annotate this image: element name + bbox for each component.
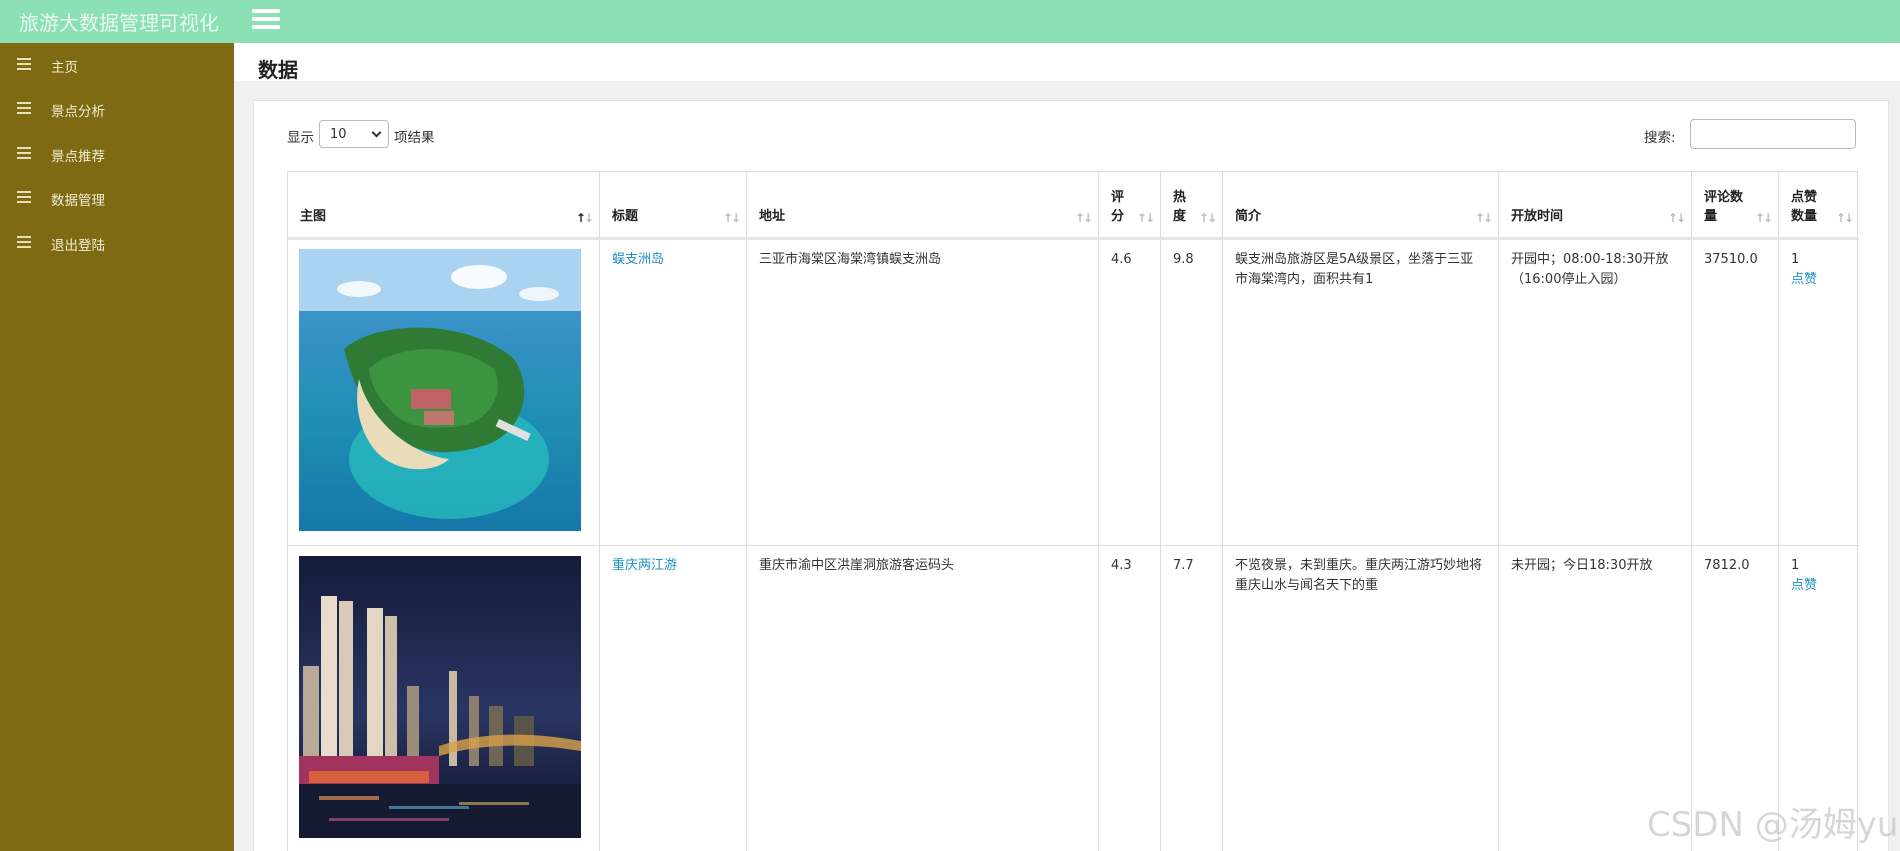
sort-icon: ↑↓ xyxy=(722,211,741,225)
data-table-card: 显示 10 项结果 搜索: 主图 ↑↓ 标题 ↑↓ 地址 ↑↓ 评分 ↑↓ 热度… xyxy=(253,100,1889,851)
sidebar-item-label: 主页 xyxy=(51,60,78,76)
table-cell-score: 4.6 xyxy=(1099,240,1161,546)
page-length-value: 10 xyxy=(330,127,347,142)
sort-icon: ↑↓ xyxy=(575,211,594,225)
attraction-title-link[interactable]: 重庆两江游 xyxy=(612,558,677,573)
sort-icon: ↑↓ xyxy=(1835,211,1854,225)
chevron-down-icon xyxy=(371,127,382,138)
like-count: 1 xyxy=(1791,558,1800,573)
watermark: CSDN @汤姆yu xyxy=(1647,805,1899,845)
sort-icon: ↑↓ xyxy=(1667,211,1686,225)
column-header-likes[interactable]: 点赞数量 ↑↓ xyxy=(1779,172,1859,240)
column-header-comments[interactable]: 评论数量 ↑↓ xyxy=(1692,172,1779,240)
menu-icon xyxy=(17,236,31,248)
sidebar: 主页 景点分析 景点推荐 数据管理 退出登陆 xyxy=(0,43,234,851)
sidebar-item-data-management[interactable]: 数据管理 xyxy=(0,176,234,220)
table-cell-title: 蜈支洲岛 xyxy=(600,240,747,546)
page-length-select[interactable]: 10 xyxy=(319,120,389,148)
table-cell-intro: 不览夜景，未到重庆。重庆两江游巧妙地将重庆山水与闻名天下的重 xyxy=(1223,546,1499,851)
column-header-open-time[interactable]: 开放时间 ↑↓ xyxy=(1499,172,1692,240)
table-cell-heat: 9.8 xyxy=(1161,240,1223,546)
length-suffix-label: 项结果 xyxy=(394,130,435,146)
menu-icon xyxy=(17,147,31,159)
page-header: 数据 xyxy=(234,43,1900,82)
table-cell-open-time: 开园中；08:00-18:30开放（16:00停止入园） xyxy=(1499,240,1692,546)
table-cell-title: 重庆两江游 xyxy=(600,546,747,851)
sidebar-item-label: 退出登陆 xyxy=(51,238,105,254)
sort-icon: ↑↓ xyxy=(1074,211,1093,225)
table-cell-likes: 1 点赞 xyxy=(1779,240,1859,546)
sort-icon: ↑↓ xyxy=(1198,211,1217,225)
column-header-score[interactable]: 评分 ↑↓ xyxy=(1099,172,1161,240)
table-cell-address: 重庆市渝中区洪崖洞旅游客运码头 xyxy=(747,546,1099,851)
data-table: 主图 ↑↓ 标题 ↑↓ 地址 ↑↓ 评分 ↑↓ 热度 ↑↓ 简介 ↑↓ 开放时间… xyxy=(287,171,1859,851)
column-header-intro[interactable]: 简介 ↑↓ xyxy=(1223,172,1499,240)
sort-icon: ↑↓ xyxy=(1136,211,1155,225)
app-title: 旅游大数据管理可视化 xyxy=(19,11,219,35)
table-cell-address: 三亚市海棠区海棠湾镇蜈支洲岛 xyxy=(747,240,1099,546)
sort-icon: ↑↓ xyxy=(1474,211,1493,225)
sidebar-item-label: 数据管理 xyxy=(51,193,105,209)
menu-icon xyxy=(17,58,31,70)
sidebar-item-label: 景点推荐 xyxy=(51,149,105,165)
hamburger-menu-icon[interactable] xyxy=(252,9,280,31)
like-count: 1 xyxy=(1791,252,1800,267)
table-cell-comments: 37510.0 xyxy=(1692,240,1779,546)
sidebar-item-attraction-analysis[interactable]: 景点分析 xyxy=(0,87,234,131)
table-cell-intro: 蜈支洲岛旅游区是5A级景区，坐落于三亚市海棠湾内，面积共有1 xyxy=(1223,240,1499,546)
sort-icon: ↑↓ xyxy=(1754,211,1773,225)
like-button[interactable]: 点赞 xyxy=(1791,270,1847,290)
sidebar-item-logout[interactable]: 退出登陆 xyxy=(0,221,234,265)
column-header-title[interactable]: 标题 ↑↓ xyxy=(600,172,747,240)
sidebar-item-home[interactable]: 主页 xyxy=(0,43,234,87)
search-label: 搜索: xyxy=(1644,130,1676,146)
table-cell-image xyxy=(288,240,600,546)
column-header-address[interactable]: 地址 ↑↓ xyxy=(747,172,1099,240)
attraction-image[interactable] xyxy=(299,249,581,531)
attraction-title-link[interactable]: 蜈支洲岛 xyxy=(612,252,664,267)
menu-icon xyxy=(17,102,31,114)
menu-icon xyxy=(17,191,31,203)
table-cell-score: 4.3 xyxy=(1099,546,1161,851)
length-prefix-label: 显示 xyxy=(287,130,314,146)
like-button[interactable]: 点赞 xyxy=(1791,576,1847,596)
top-bar: 旅游大数据管理可视化 xyxy=(0,0,1900,43)
search-input[interactable] xyxy=(1690,119,1856,149)
table-cell-heat: 7.7 xyxy=(1161,546,1223,851)
column-header-image[interactable]: 主图 ↑↓ xyxy=(288,172,600,240)
attraction-image[interactable] xyxy=(299,556,581,838)
column-header-heat[interactable]: 热度 ↑↓ xyxy=(1161,172,1223,240)
sidebar-item-attraction-recommend[interactable]: 景点推荐 xyxy=(0,132,234,176)
page-title: 数据 xyxy=(258,58,298,82)
table-cell-image xyxy=(288,546,600,851)
sidebar-item-label: 景点分析 xyxy=(51,104,105,120)
